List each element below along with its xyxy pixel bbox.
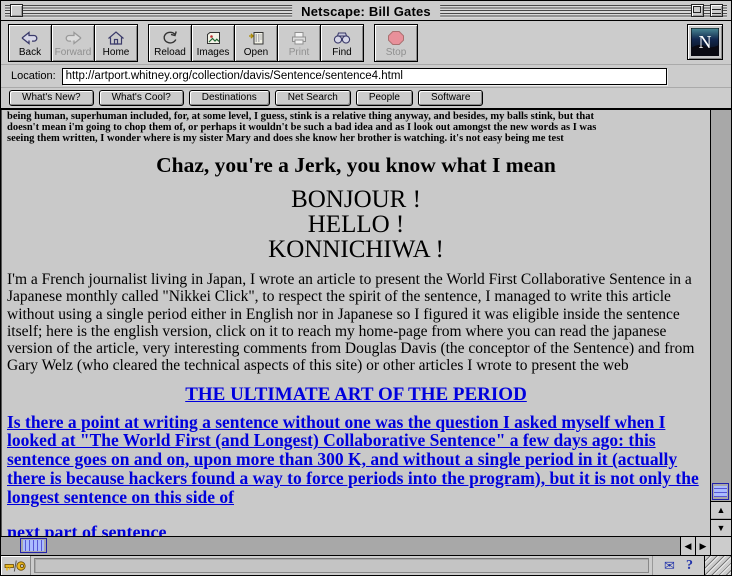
status-message-field <box>34 558 649 573</box>
netscape-n-icon: N <box>691 28 719 56</box>
back-button[interactable]: Back <box>8 24 52 62</box>
toolbar: Back Forward Home Reload Images Open Pri… <box>1 21 731 65</box>
destinations-button[interactable]: Destinations <box>188 90 270 106</box>
open-icon <box>246 29 266 47</box>
vertical-scrollbar-thumb[interactable] <box>712 483 729 500</box>
find-label: Find <box>332 47 352 58</box>
window-title: Netscape: Bill Gates <box>292 3 440 20</box>
stop-button-group: Stop <box>374 24 418 62</box>
forward-label: Forward <box>54 47 92 58</box>
page-heading: Chaz, you're a Jerk, you know what I mea… <box>156 153 556 177</box>
images-icon <box>203 29 223 47</box>
location-label: Location: <box>11 70 56 82</box>
netscape-logo[interactable]: N <box>687 24 723 60</box>
horizontal-scrollbar[interactable]: ◀ ▶ <box>1 536 731 555</box>
vertical-scrollbar[interactable]: ▲ ▼ <box>710 110 731 536</box>
scroll-left-arrow-icon[interactable]: ◀ <box>680 537 695 555</box>
whats-new-button[interactable]: What's New? <box>9 90 94 106</box>
scroll-right-arrow-icon[interactable]: ▶ <box>695 537 710 555</box>
browser-window: Netscape: Bill Gates Back Forward Home R… <box>0 0 732 576</box>
status-icon-tray: ✉ ? <box>652 556 704 575</box>
resize-grip[interactable] <box>704 556 731 575</box>
svg-text:N: N <box>699 32 712 52</box>
directory-button-bar: What's New? What's Cool? Destinations Ne… <box>1 88 731 108</box>
collapse-box[interactable] <box>710 4 723 17</box>
whats-cool-button[interactable]: What's Cool? <box>98 90 184 106</box>
sentence-link-paragraph[interactable]: Is there a point at writing a sentence w… <box>7 412 705 507</box>
stop-label: Stop <box>385 47 407 58</box>
back-label: Back <box>18 47 42 58</box>
location-input[interactable] <box>61 67 667 85</box>
home-button[interactable]: Home <box>94 24 138 62</box>
horizontal-scrollbar-track[interactable] <box>1 537 680 555</box>
print-label: Print <box>288 47 310 58</box>
help-icon[interactable]: ? <box>686 558 693 574</box>
horizontal-scrollbar-thumb[interactable] <box>20 538 47 553</box>
intro-text-line: being human, superhuman included, for, a… <box>7 111 594 122</box>
status-bar: ✉ ? <box>1 555 731 575</box>
greeting-hello: HELLO ! <box>307 211 405 238</box>
nav-button-group: Back Forward Home <box>8 24 138 62</box>
scroll-up-arrow-icon[interactable]: ▲ <box>711 501 731 518</box>
security-key-button[interactable] <box>1 556 31 575</box>
people-button[interactable]: People <box>355 90 413 106</box>
scroll-down-arrow-icon[interactable]: ▼ <box>711 519 731 536</box>
back-icon <box>20 29 40 47</box>
ultimate-art-link[interactable]: THE ULTIMATE ART OF THE PERIOD <box>7 384 705 406</box>
software-button[interactable]: Software <box>417 90 484 106</box>
journalist-paragraph: I'm a French journalist living in Japan,… <box>7 271 695 375</box>
titlebar[interactable]: Netscape: Bill Gates <box>1 1 731 21</box>
open-label: Open <box>243 47 269 58</box>
net-search-button[interactable]: Net Search <box>274 90 351 106</box>
broken-key-icon <box>4 559 26 572</box>
intro-text-line: seeing them written, I wonder where is m… <box>7 133 564 144</box>
main-area: being human, superhuman included, for, a… <box>1 108 731 536</box>
intro-text-line: doesn't mean i'm going to chop them of, … <box>7 122 597 133</box>
greetings-block: BONJOUR ! HELLO ! KONNICHIWA ! <box>7 187 705 262</box>
print-button[interactable]: Print <box>277 24 321 62</box>
print-icon <box>289 29 309 47</box>
mail-icon[interactable]: ✉ <box>664 558 675 574</box>
reload-label: Reload <box>154 47 186 58</box>
scrollbar-corner <box>710 537 731 555</box>
forward-icon <box>63 29 83 47</box>
stop-icon <box>386 29 406 47</box>
next-part-link[interactable]: next part of sentence <box>7 522 166 536</box>
images-label: Images <box>196 47 230 58</box>
home-icon <box>106 29 126 47</box>
location-bar: Location: <box>1 65 731 88</box>
close-box[interactable] <box>10 4 23 17</box>
stop-button[interactable]: Stop <box>374 24 418 62</box>
forward-button[interactable]: Forward <box>51 24 95 62</box>
reload-button[interactable]: Reload <box>148 24 192 62</box>
page-content: being human, superhuman included, for, a… <box>1 110 710 536</box>
greeting-bonjour: BONJOUR ! <box>291 186 421 213</box>
find-button[interactable]: Find <box>320 24 364 62</box>
images-button[interactable]: Images <box>191 24 235 62</box>
greeting-konnichiwa: KONNICHIWA ! <box>268 236 444 263</box>
open-button[interactable]: Open <box>234 24 278 62</box>
home-label: Home <box>102 47 130 58</box>
find-icon <box>332 29 352 47</box>
zoom-box[interactable] <box>691 4 704 17</box>
reload-icon <box>160 29 180 47</box>
action-button-group: Reload Images Open Print Find <box>148 24 364 62</box>
